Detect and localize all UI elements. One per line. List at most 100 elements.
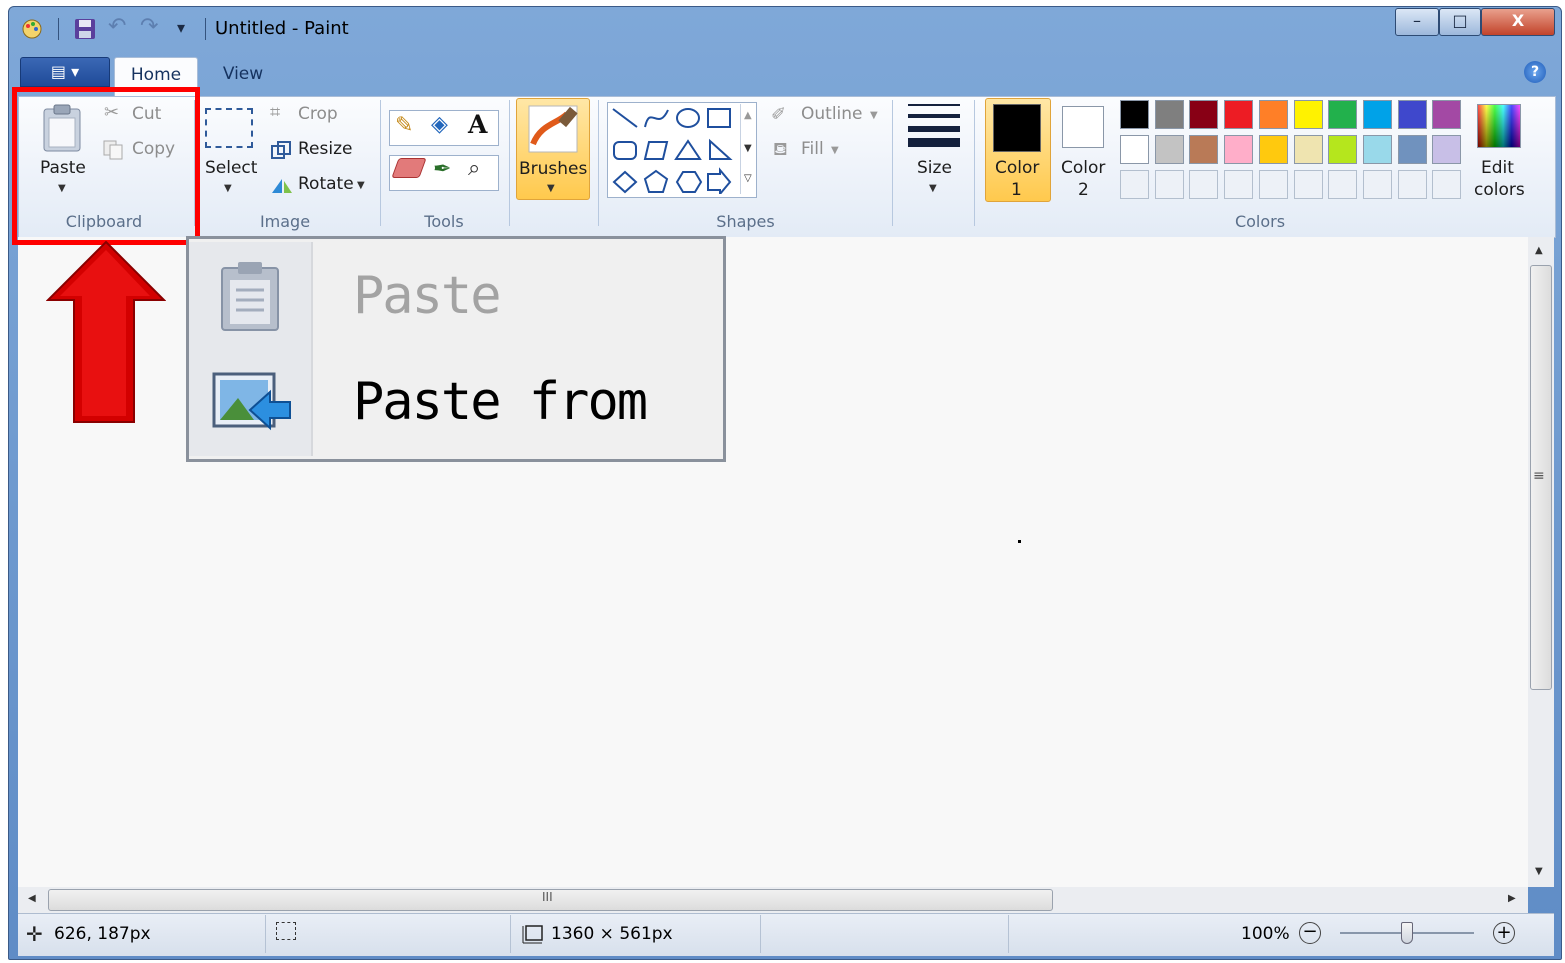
color1-label: Color: [995, 158, 1040, 178]
edit-colors-label[interactable]: Edit: [1481, 158, 1514, 178]
palette-swatch[interactable]: [1362, 135, 1392, 164]
status-separator: [510, 915, 511, 953]
size-button[interactable]: Size: [917, 158, 952, 178]
status-bar: [18, 913, 1554, 956]
color1-swatch: [993, 104, 1041, 152]
rotate-button[interactable]: Rotate: [298, 174, 354, 194]
select-button[interactable]: Select: [205, 158, 257, 178]
outline-dropdown-arrow-icon[interactable]: ▼: [870, 110, 878, 121]
group-separator: [380, 100, 381, 226]
edit-colors-icon[interactable]: [1477, 104, 1521, 148]
palette-swatch-empty[interactable]: [1258, 170, 1288, 199]
resize-button[interactable]: Resize: [298, 139, 352, 159]
magnifier-icon[interactable]: ⌕: [468, 156, 480, 181]
palette-swatch-empty[interactable]: [1189, 170, 1219, 199]
menu-paste-from-icon: [212, 372, 291, 431]
palette-swatch-empty[interactable]: [1362, 170, 1392, 199]
zoom-in-button[interactable]: +: [1493, 922, 1515, 944]
qat-separator: [58, 18, 59, 40]
group-separator: [974, 100, 975, 226]
qat-customize-icon[interactable]: ▾: [177, 18, 185, 37]
size-icon[interactable]: [906, 102, 962, 150]
palette-swatch[interactable]: [1120, 135, 1149, 164]
palette-swatch[interactable]: [1397, 100, 1427, 129]
palette-swatch[interactable]: [1224, 100, 1254, 129]
rotate-dropdown-arrow-icon[interactable]: ▼: [357, 180, 365, 191]
palette-swatch[interactable]: [1293, 135, 1323, 164]
shapes-expand-icon[interactable]: ▽: [744, 173, 752, 184]
minimize-button[interactable]: –: [1395, 8, 1439, 36]
qat-separator: [205, 18, 206, 40]
window-title: Untitled - Paint: [215, 18, 349, 39]
palette-swatch[interactable]: [1258, 135, 1288, 164]
palette-swatch[interactable]: [1224, 135, 1254, 164]
palette-swatch[interactable]: [1120, 100, 1149, 129]
fill-dropdown-arrow-icon[interactable]: ▼: [831, 145, 839, 156]
color2-label[interactable]: Color: [1061, 158, 1105, 178]
fill-button[interactable]: Fill: [801, 139, 824, 159]
app-menu-button[interactable]: ▤ ▾: [20, 57, 110, 87]
zoom-slider-thumb[interactable]: [1401, 922, 1413, 944]
resize-icon: [271, 141, 291, 159]
palette-swatch-empty[interactable]: [1154, 170, 1184, 199]
pencil-icon[interactable]: ✎: [395, 113, 413, 138]
palette-swatch[interactable]: [1432, 135, 1462, 164]
tools-group-label: Tools: [424, 212, 464, 231]
help-button[interactable]: ?: [1524, 61, 1546, 83]
color2-swatch[interactable]: [1062, 106, 1104, 148]
save-icon[interactable]: [73, 17, 97, 41]
select-icon[interactable]: [205, 108, 253, 148]
selection-size-icon: [276, 922, 296, 940]
palette-swatch[interactable]: [1154, 135, 1184, 164]
tab-view[interactable]: View: [205, 57, 281, 95]
shapes-gallery-icons: [612, 108, 733, 194]
palette-swatch-empty[interactable]: [1224, 170, 1254, 199]
menu-item-paste-from[interactable]: Paste from: [353, 372, 648, 432]
palette-swatch[interactable]: [1397, 135, 1427, 164]
scroll-left-arrow-icon[interactable]: ◀: [28, 893, 36, 904]
edit-colors-label-2[interactable]: colors: [1474, 180, 1525, 200]
brushes-dropdown-arrow-icon[interactable]: ▼: [547, 183, 555, 194]
palette-swatch[interactable]: [1154, 100, 1184, 129]
color-picker-icon[interactable]: ✒: [433, 157, 451, 182]
palette-swatch[interactable]: [1328, 135, 1358, 164]
palette-swatch-empty[interactable]: [1120, 170, 1149, 199]
palette-swatch[interactable]: [1432, 100, 1462, 129]
menu-item-paste[interactable]: Paste: [353, 266, 502, 326]
cursor-position-icon: ✛: [26, 922, 43, 946]
color2-number: 2: [1078, 180, 1089, 200]
scroll-up-arrow-icon[interactable]: ▲: [1535, 245, 1543, 256]
palette-swatch[interactable]: [1189, 135, 1219, 164]
maximize-button[interactable]: □: [1439, 8, 1481, 36]
palette-swatch[interactable]: [1189, 100, 1219, 129]
zoom-out-button[interactable]: −: [1299, 922, 1321, 944]
status-separator: [265, 915, 266, 953]
undo-icon[interactable]: ↶: [108, 14, 126, 39]
group-separator: [509, 100, 510, 226]
canvas-dot: [1018, 540, 1021, 543]
palette-swatch[interactable]: [1293, 100, 1323, 129]
crop-button[interactable]: Crop: [298, 104, 338, 124]
palette-swatch[interactable]: [1328, 100, 1358, 129]
palette-swatch-empty[interactable]: [1397, 170, 1427, 199]
select-dropdown-arrow-icon[interactable]: ▼: [224, 183, 232, 194]
palette-swatch-empty[interactable]: [1293, 170, 1323, 199]
text-tool-icon[interactable]: A: [468, 110, 487, 139]
palette-swatch[interactable]: [1258, 100, 1288, 129]
outline-button[interactable]: Outline: [801, 104, 863, 124]
redo-icon[interactable]: ↷: [140, 14, 158, 39]
scroll-down-arrow-icon[interactable]: ▼: [1535, 866, 1543, 877]
scroll-right-arrow-icon[interactable]: ▶: [1508, 893, 1516, 904]
shapes-scroll-down-icon[interactable]: ▼: [744, 143, 752, 154]
shapes-scroll-up-icon[interactable]: ▲: [744, 110, 752, 121]
menu-paste-clipboard-icon: [221, 262, 279, 331]
fill-bucket-icon[interactable]: ◈: [431, 112, 448, 137]
palette-swatch[interactable]: [1362, 100, 1392, 129]
paint-app-icon[interactable]: [20, 17, 46, 41]
group-separator: [598, 100, 599, 226]
size-dropdown-arrow-icon[interactable]: ▼: [929, 183, 937, 194]
palette-swatch-empty[interactable]: [1432, 170, 1462, 199]
close-button[interactable]: X: [1481, 8, 1555, 36]
palette-swatch-empty[interactable]: [1328, 170, 1358, 199]
brush-icon: [528, 105, 578, 153]
